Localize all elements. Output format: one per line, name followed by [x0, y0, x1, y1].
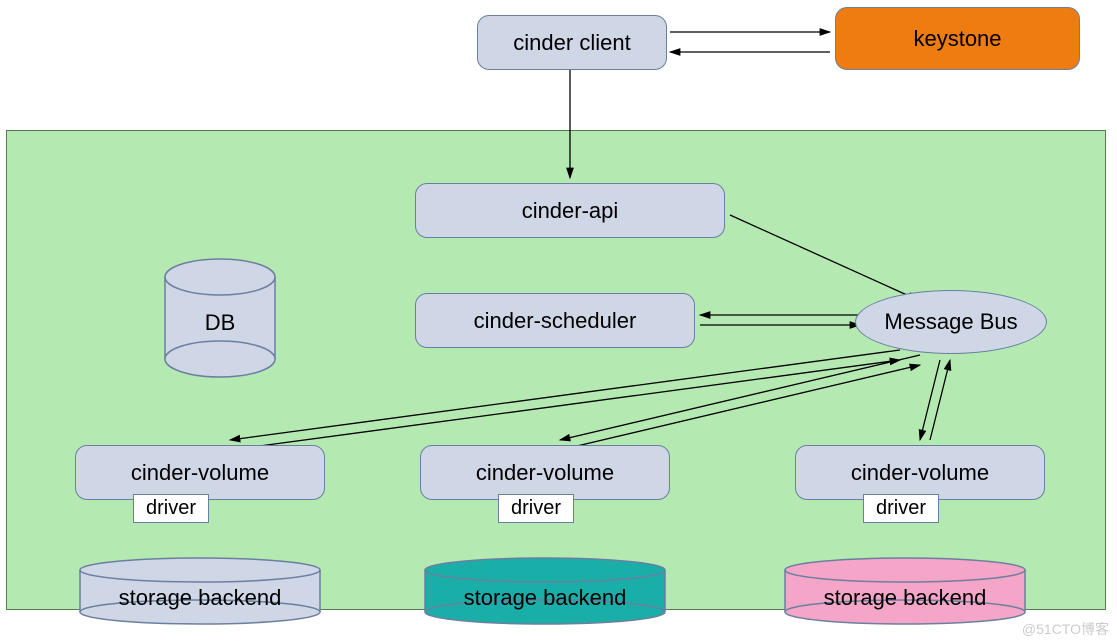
storage-backend-2: storage backend: [415, 555, 675, 630]
backend-label-1: storage backend: [119, 585, 282, 610]
keystone-label: keystone: [913, 26, 1001, 52]
cinder-api-label: cinder-api: [522, 198, 619, 224]
cinder-client-label: cinder client: [513, 30, 630, 56]
cinder-api-node: cinder-api: [415, 183, 725, 238]
message-bus-label: Message Bus: [884, 309, 1017, 335]
cinder-volume-label-2: cinder-volume: [476, 460, 614, 486]
cinder-volume-label-3: cinder-volume: [851, 460, 989, 486]
db-label: DB: [205, 310, 236, 335]
architecture-diagram: cinder client keystone cinder-api cinder…: [0, 0, 1117, 643]
cinder-volume-node-2: cinder-volume: [420, 445, 670, 500]
storage-backend-1: storage backend: [70, 555, 330, 630]
cinder-scheduler-label: cinder-scheduler: [474, 308, 637, 334]
backend-label-3: storage backend: [824, 585, 987, 610]
cinder-volume-node-3: cinder-volume: [795, 445, 1045, 500]
driver-box-3: driver: [863, 494, 939, 523]
driver-label-3: driver: [876, 497, 926, 519]
db-cylinder-icon: DB: [155, 255, 285, 385]
message-bus-node: Message Bus: [855, 290, 1047, 354]
watermark-text: @51CTO博客: [1022, 619, 1109, 639]
cinder-client-node: cinder client: [477, 15, 667, 70]
driver-box-1: driver: [133, 494, 209, 523]
driver-label-1: driver: [146, 497, 196, 519]
driver-label-2: driver: [511, 497, 561, 519]
cinder-scheduler-node: cinder-scheduler: [415, 293, 695, 348]
driver-box-2: driver: [498, 494, 574, 523]
keystone-node: keystone: [835, 7, 1080, 70]
backend-label-2: storage backend: [464, 585, 627, 610]
cinder-volume-node-1: cinder-volume: [75, 445, 325, 500]
storage-backend-3: storage backend: [775, 555, 1035, 630]
cinder-volume-label-1: cinder-volume: [131, 460, 269, 486]
